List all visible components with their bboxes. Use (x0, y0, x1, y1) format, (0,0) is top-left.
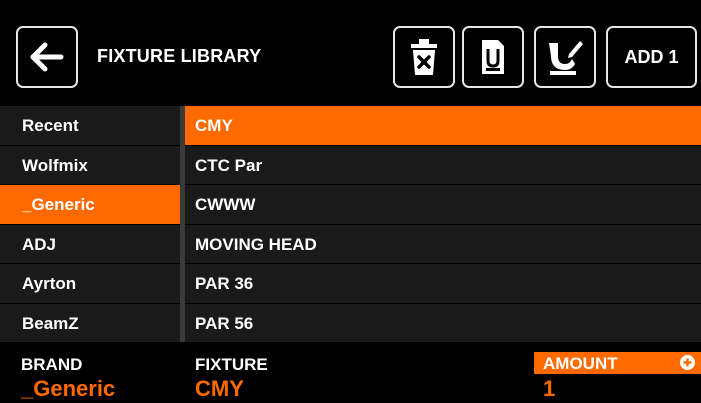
brand-value: _Generic (21, 376, 116, 401)
brand-item-recent[interactable]: Recent (0, 106, 180, 146)
fixture-value: CMY (195, 376, 244, 401)
amount-control[interactable]: AMOUNT (534, 352, 701, 374)
delete-button[interactable] (393, 26, 455, 88)
back-button[interactable] (16, 26, 78, 88)
back-arrow-icon (30, 42, 64, 72)
fixture-item-moving-head[interactable]: MOVING HEAD (185, 224, 701, 265)
edit-icon (549, 41, 583, 75)
fixture-label: FIXTURE (195, 355, 268, 374)
brand-item-generic[interactable]: _Generic (0, 185, 180, 225)
brand-item-ayrton[interactable]: Ayrton (0, 264, 180, 304)
fixture-item-ctc-par[interactable]: CTC Par (185, 145, 701, 186)
fixture-item-cwww[interactable]: CWWW (185, 185, 701, 225)
plus-icon[interactable] (680, 355, 695, 370)
save-button[interactable] (462, 26, 524, 88)
fixture-list: CMY CTC Par CWWW MOVING HEAD PAR 36 PAR … (185, 106, 701, 344)
fixture-item-par-36[interactable]: PAR 36 (185, 264, 701, 304)
amount-label: AMOUNT (543, 354, 618, 373)
brand-item-beamz[interactable]: BeamZ (0, 303, 180, 344)
edit-button[interactable] (534, 26, 596, 88)
brand-list: Recent Wolfmix _Generic ADJ Ayrton BeamZ (0, 106, 180, 344)
trash-icon (411, 39, 437, 75)
brand-item-wolfmix[interactable]: Wolfmix (0, 145, 180, 186)
amount-value: 1 (543, 376, 556, 401)
add-button[interactable]: ADD 1 (606, 26, 697, 88)
brand-label: BRAND (21, 355, 83, 374)
brand-item-adj[interactable]: ADJ (0, 224, 180, 265)
header-bar: FIXTURE LIBRARY ADD 1 (0, 0, 701, 105)
fixture-item-par-56[interactable]: PAR 56 (185, 303, 701, 344)
fixture-item-cmy[interactable]: CMY (185, 106, 701, 146)
page-title: FIXTURE LIBRARY (97, 46, 262, 66)
save-icon (482, 40, 504, 74)
